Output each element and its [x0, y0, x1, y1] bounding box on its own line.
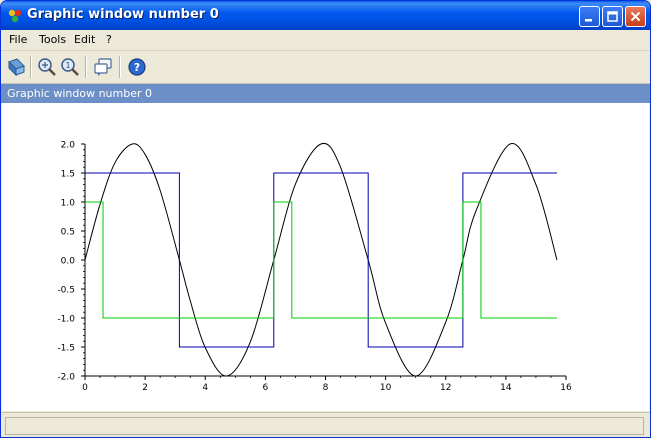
close-icon [630, 11, 641, 22]
scilab-app-icon [8, 9, 22, 23]
x-tick-label: 10 [380, 383, 392, 393]
y-tick-label: -0.5 [57, 286, 75, 296]
zoom-fit-icon[interactable]: 1 [59, 56, 81, 78]
minimize-icon [585, 19, 592, 22]
x-tick-label: 2 [142, 383, 148, 393]
graphic-window: Graphic window number 0 File Tools Edit … [0, 0, 651, 438]
toolbar-separator [85, 56, 87, 78]
plot-canvas[interactable]: -2.0 -1.5 -1.0 -0.5 0.0 0.5 1.0 1.5 2.0 0 2 4 6 8 10 12… [2, 103, 649, 411]
maximize-button[interactable] [602, 6, 623, 27]
menu-edit[interactable]: Edit [74, 33, 95, 46]
line-chart[interactable]: -2.0 -1.5 -1.0 -0.5 0.0 0.5 1.0 1.5 2.0 0 2 4 6 8 10 12… [2, 103, 649, 411]
y-tick-label: 0.5 [61, 228, 75, 238]
series-line-blue [85, 172, 557, 348]
toolbar-separator [30, 56, 32, 78]
menu-help[interactable]: ? [106, 33, 112, 46]
svg-text:?: ? [134, 61, 140, 74]
y-tick-label: -1.0 [57, 315, 75, 325]
x-tick-label: 12 [440, 383, 451, 393]
status-bar [1, 412, 650, 437]
datatip-icon[interactable] [92, 56, 114, 78]
axes: -2.0 -1.5 -1.0 -0.5 0.0 0.5 1.0 1.5 2.0 0 2 4 6 8 10 12… [57, 141, 572, 394]
maximize-icon [607, 11, 618, 22]
y-tick-label: 2.0 [61, 141, 76, 151]
status-text-area [5, 417, 644, 435]
x-tick-label: 6 [263, 383, 269, 393]
x-tick-label: 14 [500, 383, 512, 393]
series-line-green [85, 201, 557, 319]
x-tick-label: 4 [202, 383, 208, 393]
y-tick-label: 0.0 [61, 257, 76, 267]
series-line-black [84, 142, 558, 377]
y-tick-label: -2.0 [57, 373, 75, 383]
window-title: Graphic window number 0 [27, 7, 219, 22]
minimize-button[interactable] [579, 6, 600, 27]
figure-header: Graphic window number 0 [1, 84, 650, 103]
x-tick-label: 0 [82, 383, 88, 393]
close-button[interactable] [625, 6, 646, 27]
rotate-icon[interactable] [5, 56, 27, 78]
toolbar: 1 ? [1, 51, 650, 84]
y-tick-label: -1.5 [57, 344, 75, 354]
menu-tools[interactable]: Tools [39, 33, 66, 46]
x-tick-label: 8 [323, 383, 329, 393]
figure-label: Graphic window number 0 [7, 87, 152, 100]
zoom-icon[interactable] [36, 56, 58, 78]
svg-text:1: 1 [65, 61, 70, 70]
help-icon[interactable]: ? [126, 56, 148, 78]
series-layer [84, 142, 558, 377]
menu-bar: File Tools Edit ? [1, 30, 650, 51]
y-tick-label: 1.5 [61, 170, 75, 180]
y-tick-label: 1.0 [61, 199, 76, 209]
toolbar-separator [119, 56, 121, 78]
menu-file[interactable]: File [9, 33, 27, 46]
title-bar[interactable]: Graphic window number 0 [1, 1, 650, 30]
x-tick-label: 16 [560, 383, 572, 393]
